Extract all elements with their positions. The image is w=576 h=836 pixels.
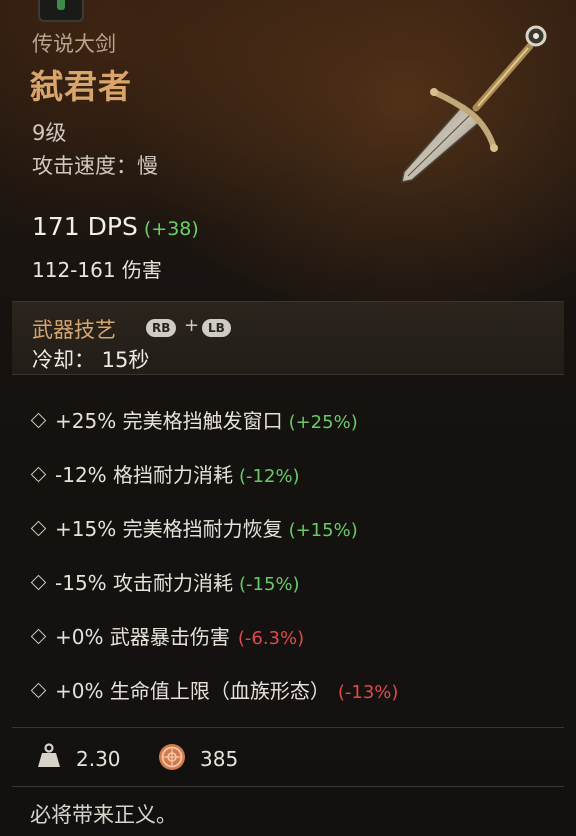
stat-text: +15% 完美格挡耐力恢复 (55, 517, 283, 541)
item-tooltip: 传说大剑 弑君者 9级 攻击速度：慢 171 DPS (+38) 112-161 … (0, 0, 576, 836)
damage-range: 112-161 伤害 (32, 258, 162, 282)
attack-speed: 攻击速度：慢 (32, 154, 158, 178)
dps-delta: (+38) (143, 218, 199, 240)
diamond-icon (30, 628, 47, 645)
stat-text: +0% 武器暴击伤害 (55, 625, 230, 649)
stat-row: +0% 武器暴击伤害 (-6.3%) (30, 620, 304, 654)
diamond-icon (30, 682, 47, 699)
greatsword-icon (401, 25, 547, 183)
lb-button-icon: LB (202, 319, 231, 337)
divider (12, 727, 564, 728)
item-footer: 2.30 385 (12, 735, 564, 785)
stat-text: +25% 完美格挡触发窗口 (55, 409, 283, 433)
weight-value: 2.30 (76, 747, 121, 771)
flavor-text: 必将带来正义。 (30, 803, 177, 827)
stat-text: +0% 生命值上限（血族形态） (55, 679, 330, 703)
item-level: 9级 (32, 121, 67, 145)
stat-row: +0% 生命值上限（血族形态） (-13%) (30, 674, 398, 708)
rb-button-icon: RB (146, 319, 177, 337)
stat-delta: (-6.3%) (237, 628, 305, 649)
stat-row: +15% 完美格挡耐力恢复 (+15%) (30, 512, 358, 546)
weapon-slot-badge-icon (38, 0, 84, 22)
dps-value: 171 DPS (32, 212, 138, 241)
item-type: 传说大剑 (32, 32, 116, 56)
stat-delta: (-15%) (239, 574, 300, 595)
item-name: 弑君者 (30, 67, 132, 106)
stat-text: -12% 格挡耐力消耗 (55, 463, 234, 487)
weight-icon (38, 743, 60, 767)
coin-icon (159, 744, 185, 770)
diamond-icon (30, 466, 47, 483)
currency-value: 385 (200, 747, 239, 771)
weapon-art-cooldown: 冷却： 15秒 (32, 348, 150, 372)
diamond-icon (30, 412, 47, 429)
stat-delta: (+15%) (288, 520, 358, 541)
stat-delta: (-12%) (239, 466, 300, 487)
stat-row: +25% 完美格挡触发窗口 (+25%) (30, 404, 358, 438)
weapon-art-title: 武器技艺 (32, 318, 116, 342)
diamond-icon (30, 574, 47, 591)
divider (12, 786, 564, 787)
stat-row: -15% 攻击耐力消耗 (-15%) (30, 566, 300, 600)
stat-text: -15% 攻击耐力消耗 (55, 571, 234, 595)
combo-plus: + (184, 315, 200, 336)
stat-delta: (+25%) (288, 412, 358, 433)
dps-line: 171 DPS (+38) (32, 212, 199, 241)
weapon-art-section: 武器技艺 RB + LB 冷却： 15秒 (12, 301, 564, 375)
diamond-icon (30, 520, 47, 537)
stat-delta: (-13%) (337, 682, 399, 703)
stat-row: -12% 格挡耐力消耗 (-12%) (30, 458, 300, 492)
